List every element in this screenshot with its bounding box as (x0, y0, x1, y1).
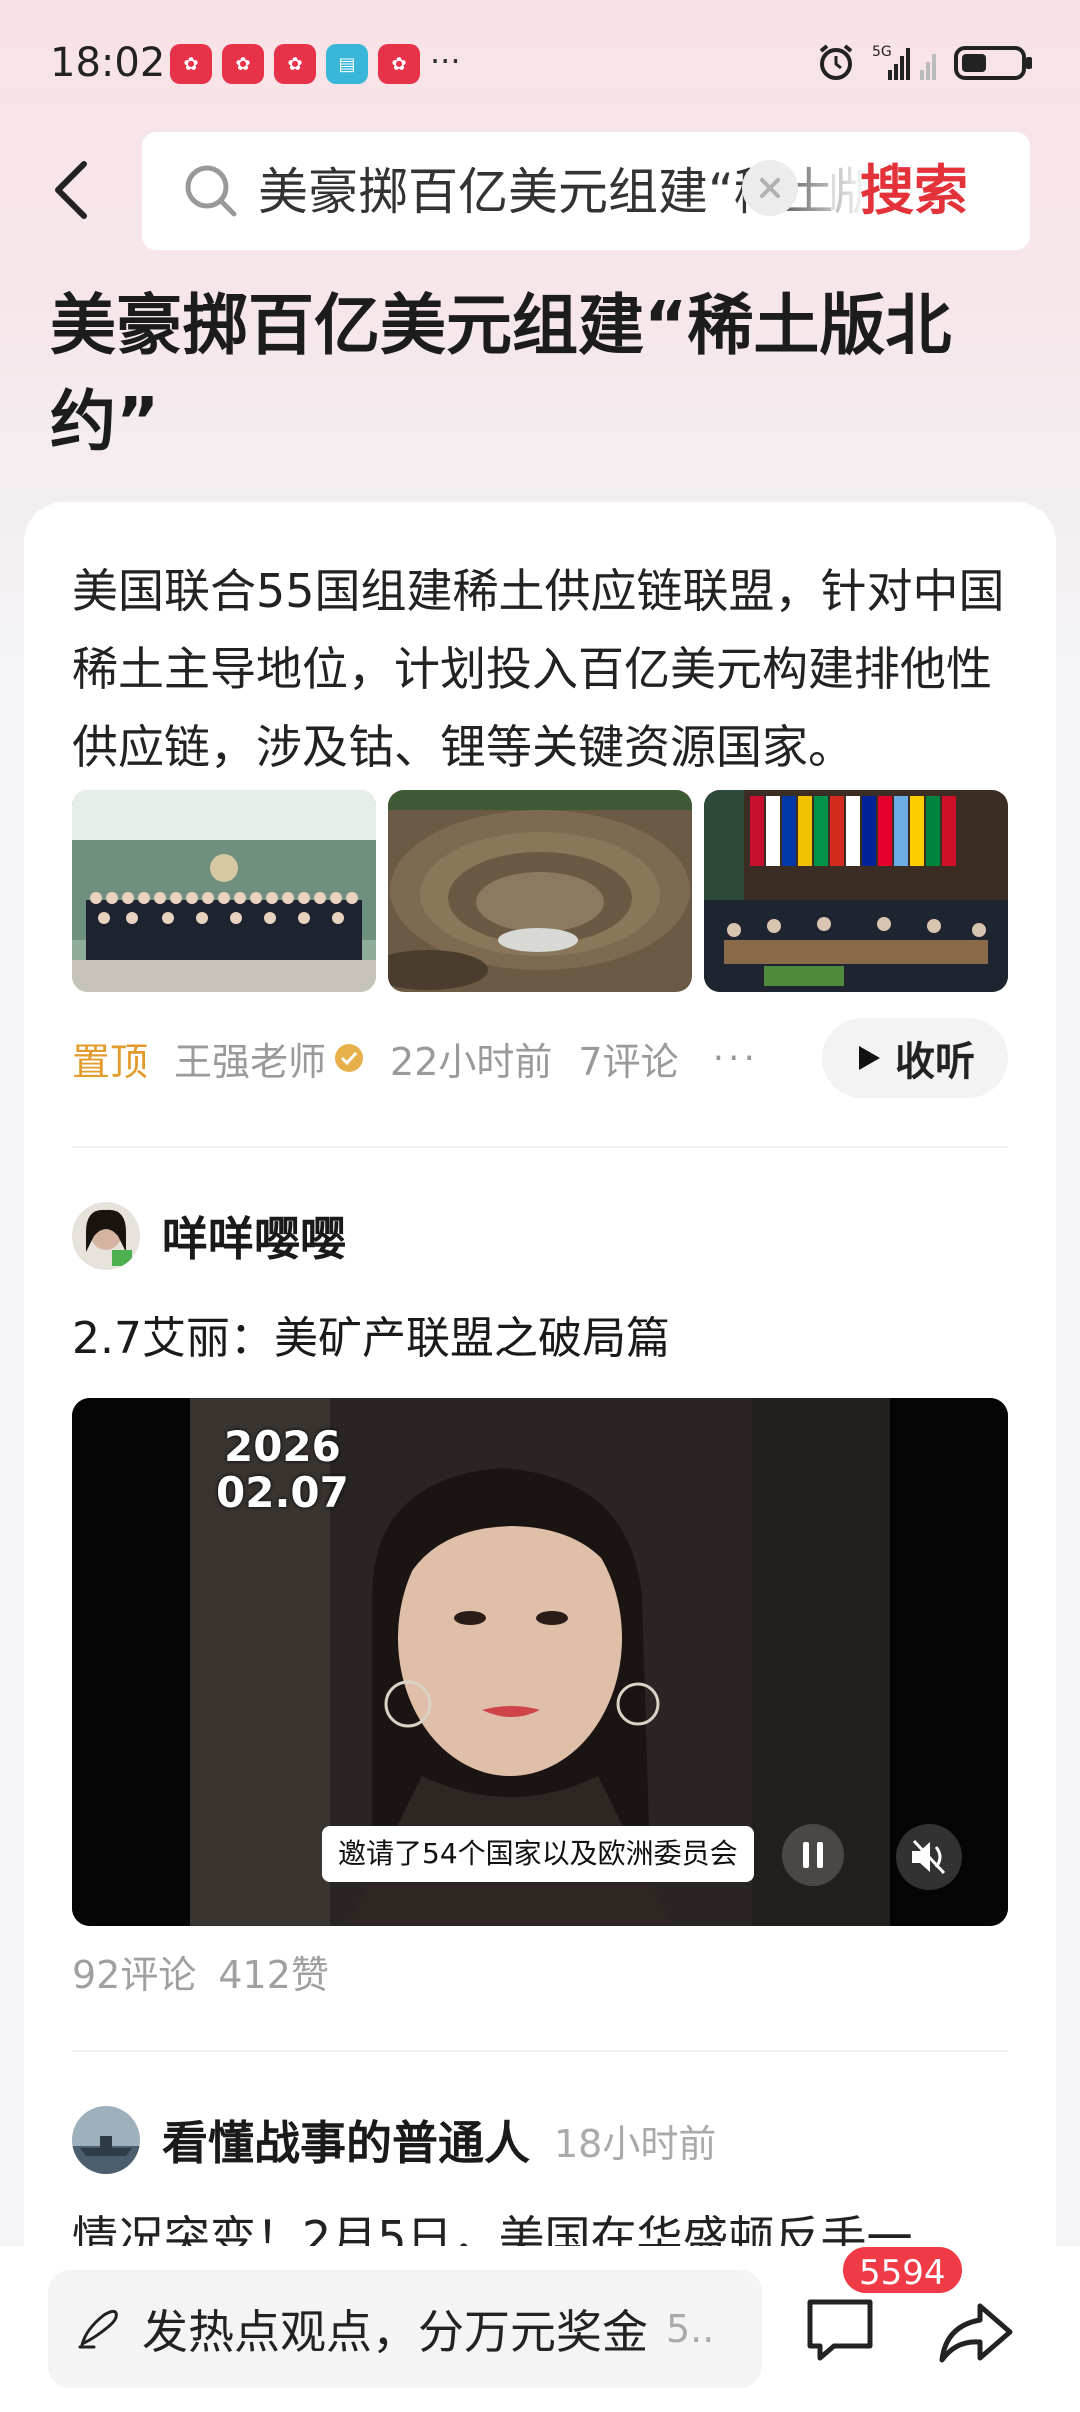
app-notification-icon: ✿ (378, 44, 420, 84)
video-date-day: 02.07 (216, 1468, 349, 1517)
video-player[interactable]: 2026 02.07 邀请了54个国家以及欧洲委员会 (72, 1398, 1008, 1926)
search-button[interactable]: 搜索 (860, 156, 968, 226)
comment-input[interactable]: 发热点观点，分万元奖金 5.. (48, 2270, 762, 2388)
pause-button[interactable] (782, 1824, 844, 1886)
pen-icon (78, 2309, 118, 2349)
status-time: 18:02 (50, 40, 166, 86)
search-box[interactable]: 美豪掷百亿美元组建“稀土版北约” 搜索 (142, 132, 1030, 250)
svg-text:5G: 5G (872, 44, 892, 60)
video-comment-count[interactable]: 92评论 (72, 1953, 196, 1997)
book-app-notification-icon: ▤ (326, 44, 368, 84)
video-date-year: 2026 (223, 1422, 341, 1471)
app-notification-icon: ✿ (274, 44, 316, 84)
app-notification-icon: ✿ (222, 44, 264, 84)
more-options-button[interactable]: ··· (713, 1038, 759, 1079)
divider (832, 174, 835, 210)
listen-label: 收听 (895, 1039, 975, 1085)
status-bar: 18:02 ✿ ✿ ✿ ▤ ✿ ··· 5G (0, 0, 1080, 132)
search-result-page: 18:02 ✿ ✿ ✿ ▤ ✿ ··· 5G 美豪掷百亿美元组建“ 土版 搜索 … (0, 0, 1080, 2412)
avatar[interactable] (72, 1202, 140, 1270)
video-stats: 92评论 412赞 (72, 1944, 329, 1999)
play-icon (859, 1046, 880, 1070)
page-title: 美豪掷百亿美元组建“稀土版北约” (50, 287, 952, 460)
divider (72, 2050, 1008, 2052)
close-icon (760, 178, 780, 198)
muted-speaker-icon (912, 1839, 946, 1875)
listen-button[interactable]: 收听 (822, 1018, 1008, 1098)
post-author[interactable]: 咩咩嘤嘤 (162, 1203, 346, 1269)
comment-placeholder: 发热点观点，分万元奖金 (142, 2305, 648, 2359)
share-icon[interactable] (936, 2298, 1016, 2368)
comment-placeholder-extra: 5.. (666, 2307, 715, 2351)
post-header: 看懂战事的普通人 18小时前 (72, 2106, 716, 2174)
article-summary[interactable]: 美国联合55国组建稀土供应链联盟，针对中国稀土主导地位，计划投入百亿美元构建排他… (72, 552, 1022, 786)
comment-count-badge: 5594 (840, 2244, 965, 2296)
comment-icon[interactable] (800, 2290, 880, 2370)
signal-icon: 5G (872, 44, 936, 80)
post-time: 18小时前 (554, 2121, 717, 2166)
content-card: 美国联合55国组建稀土供应链联盟，针对中国稀土主导地位，计划投入百亿美元构建排他… (24, 502, 1056, 2412)
article-image-conference[interactable] (704, 790, 1008, 992)
app-notification-icon: ✿ (170, 44, 212, 84)
post-title[interactable]: 2.7艾丽：美矿产联盟之破局篇 (72, 1302, 670, 1366)
article-image-mine[interactable] (388, 790, 692, 992)
more-notifications-icon: ··· (430, 42, 461, 80)
avatar[interactable] (72, 2106, 140, 2174)
post-author[interactable]: 看懂战事的普通人 (162, 2107, 530, 2173)
clear-search-button[interactable] (742, 160, 798, 216)
alarm-icon (819, 44, 853, 80)
verified-badge-icon (335, 1044, 364, 1072)
bottom-bar: 发热点观点，分万元奖金 5.. 5594 (0, 2244, 1080, 2412)
chevron-left-icon (55, 161, 87, 219)
battery-icon (954, 46, 1032, 80)
post-header: 咩咩嘤嘤 (72, 1202, 346, 1270)
mute-button[interactable] (896, 1824, 962, 1890)
video-like-count[interactable]: 412赞 (218, 1953, 329, 1997)
article-images (72, 790, 1008, 992)
article-time: 22小时前 (390, 1039, 553, 1084)
article-author[interactable]: 王强老师 (174, 1031, 326, 1086)
back-button[interactable] (38, 150, 102, 230)
article-meta: 置顶 王强老师 22小时前 7评论 ··· 收听 (72, 1018, 1008, 1098)
pause-icon (803, 1842, 823, 1868)
pinned-badge: 置顶 (72, 1039, 149, 1084)
notification-icons: ✿ ✿ ✿ ▤ ✿ (170, 44, 420, 84)
article-comment-count[interactable]: 7评论 (578, 1031, 678, 1086)
article-image-group-photo[interactable] (72, 790, 376, 992)
search-icon (185, 165, 237, 217)
video-date-overlay: 2026 02.07 (216, 1424, 349, 1516)
video-subtitle: 邀请了54个国家以及欧洲委员会 (322, 1826, 754, 1882)
system-status-icons: 5G (816, 42, 1034, 82)
divider (72, 1146, 1008, 1148)
